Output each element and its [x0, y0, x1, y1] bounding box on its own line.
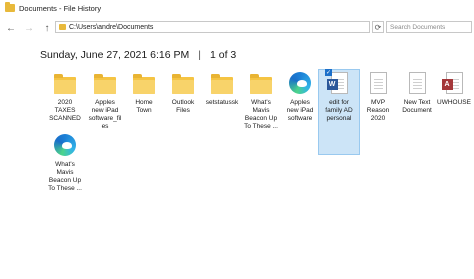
file-item-selected[interactable]: W ✓ edit for family AD personal	[318, 69, 360, 155]
navigation-bar: ← → ↑ C:\Users\andre\Documents ⟳ Search …	[0, 19, 474, 37]
file-item[interactable]: setstatussk	[203, 72, 241, 107]
folder-icon	[59, 24, 66, 30]
address-text: C:\Users\andre\Documents	[69, 23, 154, 31]
text-document-icon	[369, 72, 387, 94]
file-item[interactable]: Apples new iPad software	[281, 72, 319, 123]
back-button[interactable]: ←	[4, 21, 18, 35]
folder-icon	[54, 73, 76, 94]
title-bar: Documents - File History	[0, 0, 474, 16]
folder-icon	[250, 73, 272, 94]
page-indicator: 1 of 3	[209, 49, 237, 61]
refresh-button[interactable]: ⟳	[372, 21, 384, 33]
file-item-label: Apples new iPad software	[286, 99, 314, 122]
word-document-icon: W	[326, 72, 348, 94]
file-item[interactable]: Home Town	[125, 72, 163, 115]
file-item-label: Home Town	[135, 99, 153, 114]
file-history-window: Documents - File History ← → ↑ C:\Users\…	[0, 0, 474, 279]
file-item-label: Outlook Files	[171, 99, 195, 114]
search-input[interactable]: Search Documents	[386, 21, 472, 33]
file-item[interactable]: What's Mavis Beacon Up To These ...	[46, 134, 84, 193]
folder-icon	[5, 2, 15, 12]
forward-button[interactable]: →	[22, 21, 36, 35]
folder-icon	[94, 73, 116, 94]
header-separator: |	[198, 49, 201, 61]
file-item[interactable]: What's Mavis Beacon Up To These ...	[242, 72, 280, 131]
checkbox-icon[interactable]: ✓	[325, 69, 332, 76]
file-item[interactable]: Outlook Files	[164, 72, 202, 115]
backup-date: Sunday, June 27, 2021 6:16 PM	[40, 49, 190, 61]
backup-date-header: Sunday, June 27, 2021 6:16 PM | 1 of 3	[40, 49, 236, 61]
access-database-icon: A	[441, 72, 463, 94]
file-item[interactable]: A UWHOUSE	[435, 72, 473, 107]
edge-icon	[289, 72, 311, 94]
file-item-label: New Text Document	[402, 99, 432, 114]
text-document-icon	[408, 72, 426, 94]
file-item-label: setstatussk	[205, 99, 239, 106]
file-item[interactable]: 2020 TAXES SCANNED	[46, 72, 84, 123]
file-item-label: edit for family AD personal	[325, 99, 353, 122]
folder-icon	[133, 73, 155, 94]
window-title: Documents - File History	[19, 3, 102, 13]
file-item-label: 2020 TAXES SCANNED	[49, 99, 81, 122]
file-item-label: Apples new iPad software_fil es	[88, 99, 122, 130]
file-item[interactable]: New Text Document	[398, 72, 436, 115]
file-item-label: What's Mavis Beacon Up To These ...	[48, 161, 82, 192]
edge-icon	[54, 134, 76, 156]
up-button[interactable]: ↑	[40, 21, 54, 35]
file-item-label: MVP Reason 2020	[366, 99, 390, 122]
file-item[interactable]: Apples new iPad software_fil es	[86, 72, 124, 131]
address-bar[interactable]: C:\Users\andre\Documents	[55, 21, 370, 33]
file-item[interactable]: MVP Reason 2020	[359, 72, 397, 123]
file-item-label: What's Mavis Beacon Up To These ...	[244, 99, 278, 130]
folder-icon	[172, 73, 194, 94]
folder-icon	[211, 73, 233, 94]
file-item-label: UWHOUSE	[437, 99, 471, 106]
